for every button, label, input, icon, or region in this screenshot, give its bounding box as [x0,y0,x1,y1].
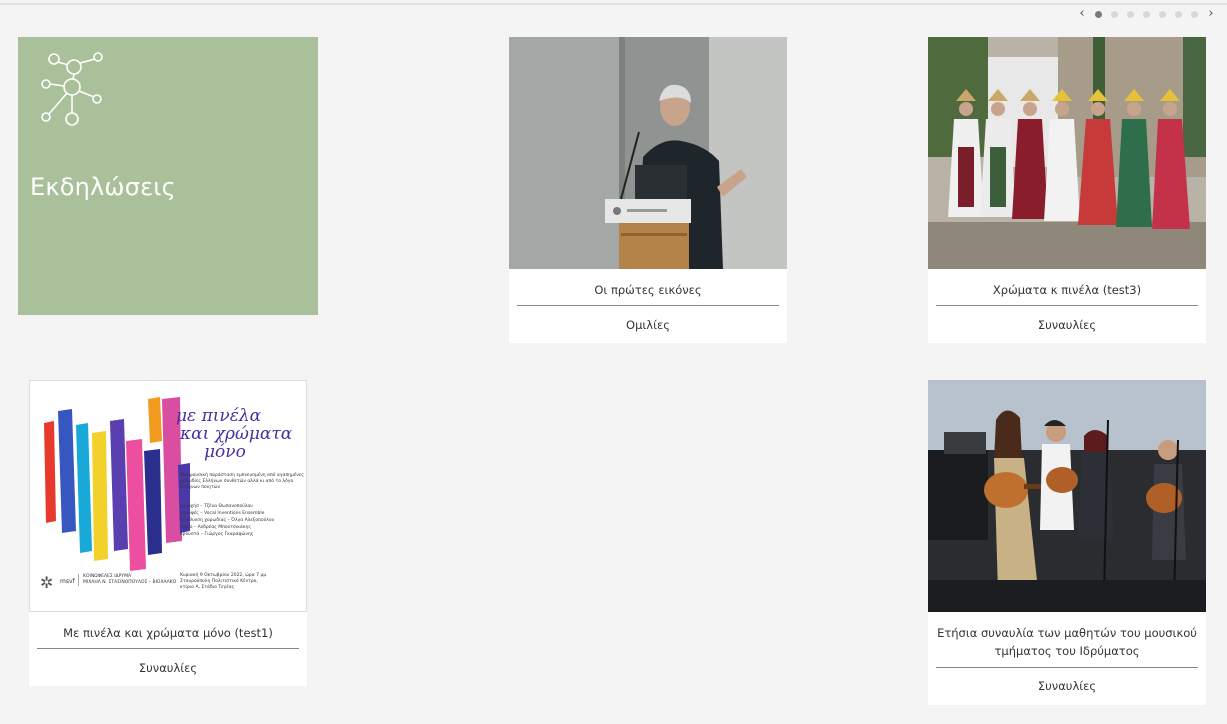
event-card-dancers[interactable]: Χρώματα κ πινέλα (test3) Συναυλίες [928,37,1206,343]
card-title[interactable]: Με πινέλα και χρώματα μόνο (test1) [37,624,299,642]
events-category-tile: Εκδηλώσεις [18,37,318,315]
pager-dot-7[interactable] [1191,10,1198,18]
event-card-poster[interactable]: με πινέλα και χρώματα μόνο Μια μουσική π… [29,380,307,686]
pager-dot-1[interactable] [1095,10,1102,18]
poster-credit: διεύθυνση χορωδίας – Όλγα Αλεξοπούλου [180,518,275,523]
poster-org: ΚΟΙΝΩΦΕΛΕΣ ΙΔΡΥΜΑ ΜΙΧΑΗΛ Ν. ΣΤΑΣΙΝΟΠΟΥΛΟ… [78,574,183,586]
poster-heading-2: και χρώματα [180,424,293,444]
card-category: Συναυλίες [1037,318,1097,332]
chevron-left-icon[interactable]: ‹ [1078,6,1086,22]
event-card-lecture[interactable]: Οι πρώτες εικόνες Ομιλίες [509,37,787,343]
poster-venue-2: κτίριο Α, Στάδιο Τεγέας [180,585,235,590]
speaker-at-podium-photo[interactable] [509,37,787,269]
card-title[interactable]: Χρώματα κ πινέλα (test3) [936,281,1198,299]
card-divider [936,305,1198,306]
card-category: Συναυλίες [1037,679,1097,693]
carousel-pager: ‹ › [1078,6,1215,22]
pager-dot-6[interactable] [1175,10,1182,18]
poster-venue: Κυριακή 9 Οκτωβρίου 2022, ώρα 7 μμ Σταυρ… [180,573,304,591]
org-line-2: ΜΙΧΑΗΛ Ν. ΣΤΑΣΙΝΟΠΟΥΛΟΣ – ΒΙΟΧΑΛΚΟ [83,580,177,585]
traditional-dancers-photo[interactable] [928,37,1206,269]
poster-body: Μια μουσική παράσταση εμπνευσμένη από αγ… [180,473,304,490]
event-card-guitar-concert[interactable]: Ετήσια συναυλία των μαθητών του μουσικού… [928,380,1206,705]
poster-credit: κορυφές – Vocal Inventions Ensemble [180,511,265,516]
card-category: Συναυλίες [138,661,198,675]
poster-credit: πιάνο – Ανδρέας Μπουτσικάκης [180,525,252,530]
chevron-right-icon[interactable]: › [1207,6,1215,22]
card-divider [37,648,299,649]
poster-heading-3: μόνο [204,442,246,462]
card-title[interactable]: Οι πρώτες εικόνες [517,281,779,299]
org-short: msvf [60,578,75,585]
card-title[interactable]: Ετήσια συναυλία των μαθητών του μουσικού… [936,624,1198,660]
network-nodes-icon [41,52,103,126]
pager-dot-4[interactable] [1143,10,1150,18]
poster-credit: ενορχήσ – Τζένα Θωπανοπούλου [180,504,253,509]
poster-credit: κρουστά – Γιώργος Γκαραφώνης [180,532,254,537]
category-title: Εκδηλώσεις [30,173,176,201]
poster-credits: ενορχήσ – Τζένα Θωπανοπούλου κορυφές – V… [180,503,304,538]
event-poster[interactable]: με πινέλα και χρώματα μόνο Μια μουσική π… [29,380,307,612]
card-divider [936,667,1198,668]
card-divider [517,305,779,306]
poster-heading-1: με πινέλα [176,406,262,426]
card-category: Ομιλίες [626,318,670,332]
pager-dot-5[interactable] [1159,10,1166,18]
gear-logo-icon: ✲ [40,573,54,592]
pager-dot-2[interactable] [1111,10,1118,18]
top-divider [0,3,1227,5]
pager-dot-3[interactable] [1127,10,1134,18]
guitar-concert-photo[interactable] [928,380,1206,612]
